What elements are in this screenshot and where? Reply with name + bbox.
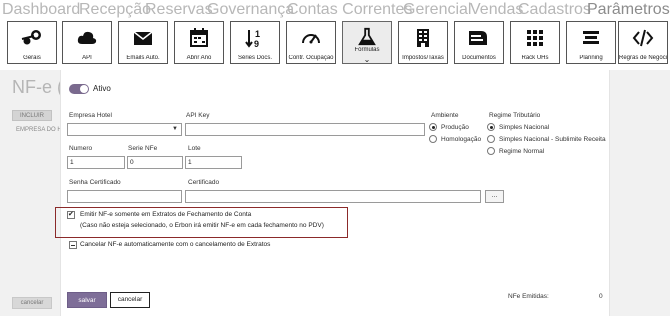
toolbar-formulas-button[interactable]: Fórmulas ⌄: [342, 21, 392, 64]
toolbar-rack-uhs-button[interactable]: Rack UHs: [510, 21, 560, 64]
toolbar-impostos-taxas-button[interactable]: Impostos/Taxas: [398, 21, 448, 64]
browse-certificate-button[interactable]: ...: [485, 190, 504, 203]
regime-normal-label: Regime Normal: [499, 148, 545, 155]
cloud-icon: [77, 31, 97, 44]
toolbar-series-docs-button[interactable]: 19 Séries Docs.: [230, 21, 280, 64]
empresa-hotel-label: Empresa Hotel: [69, 112, 112, 119]
nfe-emitidas-label: NFe Emitidas:: [508, 293, 549, 300]
toolbar-documentos-button[interactable]: Documentos: [454, 21, 504, 64]
toolbar-label: Regras de Negócio: [619, 55, 667, 61]
chevron-down-icon: ⌄: [363, 55, 371, 64]
cancelar-auto-checkbox[interactable]: [69, 241, 77, 249]
background-column-header: EMPRESA DO H: [16, 127, 62, 133]
nfe-settings-modal: Ativo Empresa Hotel ▼ API Key Ambiente P…: [60, 70, 610, 316]
serie-label: Serie NFe: [128, 145, 158, 152]
ambiente-homologacao-label: Homologação: [441, 136, 482, 143]
lote-input[interactable]: 1: [185, 156, 242, 169]
gauge-icon: [302, 34, 320, 44]
ativo-toggle[interactable]: [69, 84, 89, 94]
numero-input[interactable]: 1: [67, 156, 125, 169]
certificado-label: Certificado: [188, 179, 220, 186]
building-icon: [417, 29, 429, 47]
api-key-label: API Key: [186, 112, 210, 119]
emitir-extratos-checkbox[interactable]: [67, 210, 75, 219]
calendar-icon: [190, 28, 208, 47]
ambiente-homologacao-radio[interactable]: [429, 135, 437, 143]
save-button[interactable]: salvar: [67, 292, 107, 308]
emitir-extratos-label: Emitir NF-e somente em Extratos de Fecha…: [80, 211, 252, 218]
nav-reservas[interactable]: Reservas: [145, 1, 213, 19]
senha-label: Senha Certificado: [69, 179, 121, 186]
toolbar-regras-negocio-button[interactable]: Regras de Negócio: [618, 21, 668, 64]
toolbar-label: Documentos: [462, 55, 496, 61]
serie-input[interactable]: 0: [127, 156, 183, 169]
emitir-extratos-note: (Caso não esteja selecionado, o Erbon ir…: [80, 222, 324, 229]
top-nav: Dashboard Recepção Reservas Governança C…: [0, 0, 670, 20]
documents-icon: [469, 31, 487, 45]
dropdown-arrow-icon: ▼: [172, 126, 178, 132]
toolbar-label: Fórmulas: [354, 47, 380, 53]
lote-label: Lote: [188, 145, 201, 152]
regime-normal-radio[interactable]: [487, 147, 495, 155]
nav-vendas[interactable]: Vendas: [470, 1, 523, 19]
toolbar-label: Impostos/Taxas: [402, 55, 444, 61]
numero-label: Numero: [69, 145, 93, 152]
empresa-hotel-select[interactable]: ▼: [67, 123, 182, 136]
sort-numeric-icon: 19: [245, 29, 260, 49]
emitir-highlight-box: Emitir NF-e somente em Extratos de Fecha…: [55, 207, 348, 238]
toolbar-label: Contr. Ocupação: [288, 55, 334, 61]
cancelar-auto-label: Cancelar NF-e automaticamente com o canc…: [80, 241, 271, 248]
toolbar-label: Abrir Ano: [186, 55, 212, 61]
regime-simples-label: Simples Nacional: [499, 124, 550, 131]
regime-sublimite-radio[interactable]: [487, 135, 495, 143]
nav-gerencial[interactable]: Gerencial: [403, 1, 471, 19]
ambiente-label: Ambiente: [431, 112, 459, 119]
toolbar-gerais-button[interactable]: Gerais: [7, 21, 57, 64]
nfe-emitidas-count: 0: [599, 293, 603, 300]
ativo-label: Ativo: [93, 84, 111, 93]
envelope-icon: [133, 31, 153, 45]
nav-parametros[interactable]: Parâmetros: [587, 1, 670, 19]
certificado-input[interactable]: [185, 190, 481, 203]
toolbar-planning-button[interactable]: Planning: [566, 21, 616, 64]
code-icon: [632, 29, 654, 47]
steam-icon: [21, 30, 41, 45]
nav-recepcao[interactable]: Recepção: [79, 1, 151, 19]
senha-input[interactable]: [67, 190, 182, 203]
nav-cadastros[interactable]: Cadastros: [518, 1, 591, 19]
parameters-toolbar: Gerais API Emails Auto. Abrir Ano 19 Sér…: [4, 21, 668, 65]
cancel-button[interactable]: cancelar: [110, 292, 150, 308]
toolbar-emails-button[interactable]: Emails Auto.: [118, 21, 168, 64]
toggle-knob: [80, 85, 88, 93]
toolbar-label: Séries Docs.: [237, 55, 272, 61]
toolbar-label: Emails Auto.: [126, 55, 160, 61]
svg-text:9: 9: [254, 39, 259, 49]
ambiente-producao-label: Produção: [441, 124, 469, 131]
regime-label: Regime Tributário: [489, 112, 541, 119]
nav-contas-correntes[interactable]: Contas Correntes: [287, 1, 412, 19]
regime-simples-radio[interactable]: [487, 123, 495, 131]
toolbar-label: API: [82, 55, 92, 61]
ambiente-producao-radio[interactable]: [429, 123, 437, 131]
svg-text:1: 1: [255, 29, 260, 39]
planning-icon: [583, 31, 599, 44]
toolbar-api-button[interactable]: API: [62, 21, 112, 64]
flask-icon: [358, 27, 376, 46]
toolbar-label: Planning: [579, 55, 603, 61]
nav-governanca[interactable]: Governança: [207, 1, 294, 19]
incluir-button[interactable]: INCLUIR: [12, 110, 52, 121]
toolbar-label: Gerais: [23, 55, 41, 61]
toolbar-label: Rack UHs: [521, 55, 549, 61]
grid-icon: [527, 30, 543, 46]
toolbar-contr-ocupacao-button[interactable]: Contr. Ocupação: [286, 21, 336, 64]
toolbar-abrir-ano-button[interactable]: Abrir Ano: [174, 21, 224, 64]
regime-sublimite-label: Simples Nacional - Sublimite Receita: [499, 136, 606, 143]
nav-dashboard[interactable]: Dashboard: [2, 1, 80, 19]
background-cancel-button[interactable]: cancelar: [12, 297, 52, 309]
api-key-input[interactable]: [185, 123, 425, 136]
